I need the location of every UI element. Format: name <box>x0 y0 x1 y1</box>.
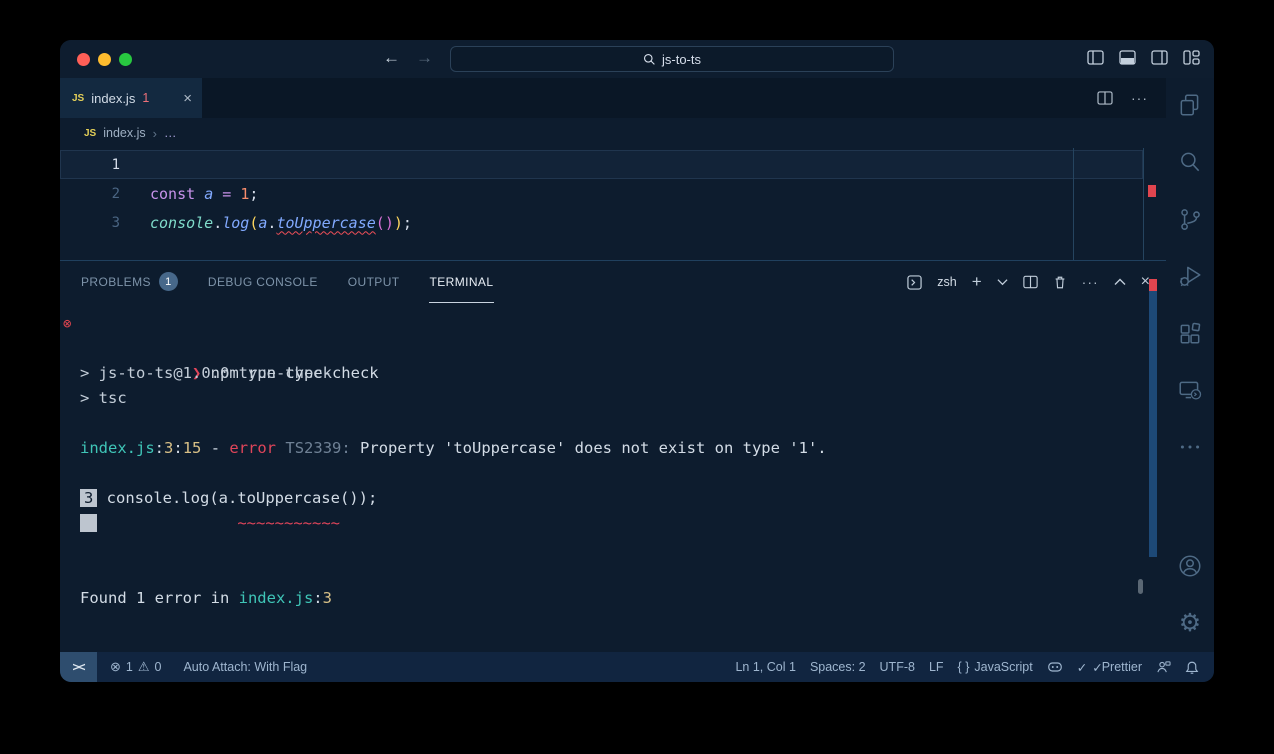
title-bar: ← → js-to-ts <box>60 40 1214 78</box>
code-line-2[interactable]: const a = 1; <box>120 185 258 203</box>
activity-bar: ⚙ <box>1166 78 1214 652</box>
language-status[interactable]: { } JavaScript <box>951 660 1040 674</box>
settings-gear-icon[interactable]: ⚙ <box>1179 610 1201 636</box>
traffic-lights <box>77 53 132 66</box>
remote-explorer-icon[interactable] <box>1177 377 1203 403</box>
nav-back-button[interactable]: ← <box>383 48 400 68</box>
feedback-button[interactable] <box>1149 660 1178 674</box>
run-debug-icon[interactable] <box>1177 263 1203 289</box>
encoding-status[interactable]: UTF-8 <box>873 660 922 674</box>
close-window-button[interactable] <box>77 53 90 66</box>
terminal-row: > js-to-ts@1.0.0 type-check <box>60 361 1166 386</box>
terminal-row-snippet: 3 console.log(a.toUppercase()); <box>60 486 1166 511</box>
eol-status[interactable]: LF <box>922 660 951 674</box>
status-bar: >< ⊗ 1 ⚠ 0 Auto Attach: With Flag Ln 1, … <box>60 652 1214 682</box>
account-icon[interactable] <box>1177 553 1203 579</box>
search-value: js-to-ts <box>662 52 701 67</box>
terminal-scrollbar[interactable] <box>1149 279 1157 557</box>
vscode-window: ← → js-to-ts <box>60 40 1214 682</box>
toggle-sidebar-button[interactable] <box>1087 50 1104 65</box>
new-terminal-button[interactable]: + <box>972 272 982 292</box>
more-views-icon[interactable] <box>1177 434 1203 460</box>
bottom-panel: PROBLEMS 1 DEBUG CONSOLE OUTPUT TERMINAL <box>60 260 1166 652</box>
maximize-panel-button[interactable] <box>1114 278 1126 286</box>
terminal-row: > tsc <box>60 386 1166 411</box>
copilot-status[interactable] <box>1040 660 1070 674</box>
notifications-bell-button[interactable] <box>1178 660 1206 675</box>
zoom-window-button[interactable] <box>119 53 132 66</box>
terminal-shell-label: zsh <box>937 275 956 289</box>
code-editor[interactable]: 1 2 const a = 1; 3 console.log(a.toUpper… <box>60 148 1166 260</box>
terminal-row-squiggle: ~~~~~~~~~~~ <box>60 511 1166 536</box>
terminal-row <box>60 411 1166 436</box>
line-number[interactable]: 3 <box>60 215 120 231</box>
panel-header: PROBLEMS 1 DEBUG CONSOLE OUTPUT TERMINAL <box>60 261 1166 303</box>
panel-tab-terminal[interactable]: TERMINAL <box>429 261 495 303</box>
code-line-3[interactable]: console.log(a.toUppercase()); <box>120 214 412 232</box>
nav-forward-button[interactable]: → <box>416 48 433 68</box>
breadcrumb-file[interactable]: index.js <box>103 126 145 140</box>
extensions-icon[interactable] <box>1177 320 1203 346</box>
terminal-output[interactable]: ⊗ ❯ npm run type-check > js-to-ts@1.0.0 … <box>60 303 1166 652</box>
check-icon: ✓ <box>1077 660 1087 675</box>
formatter-status[interactable]: ✓ ✓ Prettier <box>1070 660 1149 675</box>
breadcrumb: JS index.js › … <box>60 118 1166 148</box>
terminal-dropdown-button[interactable] <box>997 278 1008 286</box>
toggle-panel-button[interactable] <box>1119 50 1136 65</box>
tab-index-js[interactable]: JS index.js 1 × <box>60 78 202 118</box>
scrollbar-thumb[interactable] <box>1138 579 1143 594</box>
search-icon[interactable] <box>1177 149 1203 175</box>
terminal-row <box>60 461 1166 486</box>
copilot-icon <box>1047 660 1063 674</box>
problems-status[interactable]: ⊗ 1 ⚠ 0 <box>103 659 168 675</box>
bell-icon <box>1185 660 1199 675</box>
chevron-right-icon: › <box>153 126 157 141</box>
terminal-icon <box>907 275 922 290</box>
warning-icon: ⚠ <box>138 659 150 675</box>
tab-strip: JS index.js 1 × ··· <box>60 78 1166 118</box>
problems-count-badge: 1 <box>159 272 178 291</box>
source-control-icon[interactable] <box>1177 206 1203 232</box>
editor-more-actions-button[interactable]: ··· <box>1131 90 1148 106</box>
braces-icon: { } <box>958 660 970 674</box>
remote-indicator[interactable]: >< <box>60 652 97 682</box>
error-icon: ⊗ <box>110 659 121 675</box>
command-failed-icon: ⊗ <box>63 312 71 337</box>
kill-terminal-button[interactable] <box>1053 275 1067 290</box>
terminal-row <box>60 536 1166 561</box>
tab-close-button[interactable]: × <box>183 90 192 107</box>
terminal-row <box>60 336 1166 361</box>
minimize-window-button[interactable] <box>98 53 111 66</box>
panel-tab-debug-console[interactable]: DEBUG CONSOLE <box>207 261 319 303</box>
tab-problems-badge: 1 <box>142 91 149 105</box>
auto-attach-status[interactable]: Auto Attach: With Flag <box>176 660 314 674</box>
cursor-position-status[interactable]: Ln 1, Col 1 <box>728 660 802 674</box>
panel-tab-problems[interactable]: PROBLEMS 1 <box>80 261 179 303</box>
js-file-icon: JS <box>72 93 84 104</box>
panel-more-actions-button[interactable]: ··· <box>1082 274 1099 290</box>
customize-layout-button[interactable] <box>1183 50 1200 65</box>
feedback-icon <box>1156 660 1171 674</box>
panel-tab-output[interactable]: OUTPUT <box>347 261 401 303</box>
indentation-status[interactable]: Spaces: 2 <box>803 660 873 674</box>
split-editor-button[interactable] <box>1097 91 1113 105</box>
explorer-icon[interactable] <box>1177 92 1203 118</box>
split-terminal-button[interactable] <box>1023 275 1038 289</box>
toggle-secondary-sidebar-button[interactable] <box>1151 50 1168 65</box>
line-number[interactable]: 2 <box>60 186 120 202</box>
terminal-row-summary: Found 1 error in index.js:3 <box>60 586 1166 611</box>
terminal-row: ⊗ ❯ npm run type-check <box>60 311 1166 336</box>
tab-label: index.js <box>91 91 135 106</box>
terminal-row <box>60 561 1166 586</box>
line-number[interactable]: 1 <box>60 157 120 173</box>
command-center-search[interactable]: js-to-ts <box>450 46 894 72</box>
search-icon <box>643 53 656 66</box>
scrollbar-error-marker <box>1149 279 1157 291</box>
breadcrumb-symbol[interactable]: … <box>164 126 178 140</box>
terminal-row-error: index.js:3:15 - error TS2339: Property '… <box>60 436 1166 461</box>
js-file-icon: JS <box>84 128 96 139</box>
